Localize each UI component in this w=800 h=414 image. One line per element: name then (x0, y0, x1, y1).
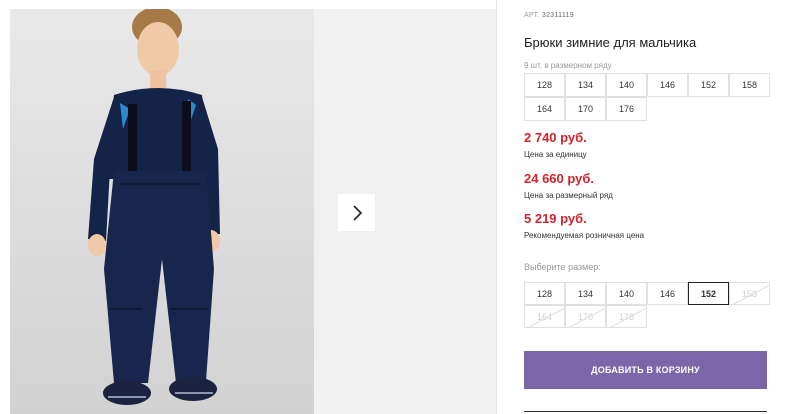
size-row-price-label: Цена за размерный ряд (524, 191, 613, 200)
size-row-cell: 176 (606, 97, 647, 121)
size-row-cell: 140 (606, 73, 647, 97)
retail-price: 5 219 руб. (524, 211, 587, 226)
article-value: 32311119 (541, 12, 574, 19)
size-option-164: 164 (524, 305, 565, 328)
next-image-button[interactable] (338, 194, 375, 231)
chevron-right-icon (352, 204, 362, 221)
article-label: АРТ. (524, 12, 540, 19)
unit-price: 2 740 руб. (524, 130, 587, 145)
product-gallery (0, 0, 496, 414)
add-to-cart-button[interactable]: ДОБАВИТЬ В КОРЗИНУ (524, 351, 767, 389)
article-number: АРТ. 32311119 (524, 12, 574, 19)
size-option-134[interactable]: 134 (565, 282, 606, 305)
size-option-152[interactable]: 152 (688, 282, 729, 305)
size-row-price: 24 660 руб. (524, 171, 595, 186)
size-row-cell: 170 (565, 97, 606, 121)
size-option-176: 176 (606, 305, 647, 328)
size-option-140[interactable]: 140 (606, 282, 647, 305)
size-picker: 128 134 140 146 152 158 164 170 176 (524, 282, 770, 328)
size-option-170: 170 (565, 305, 606, 328)
unit-price-label: Цена за единицу (524, 150, 587, 159)
size-row-table: 128 134 140 146 152 158 164 170 176 (524, 73, 770, 121)
size-row-cell: 152 (688, 73, 729, 97)
product-info-panel: АРТ. 32311119 Брюки зимние для мальчика … (524, 0, 774, 414)
size-row-cell: 146 (647, 73, 688, 97)
size-option-128[interactable]: 128 (524, 282, 565, 305)
size-row-quantity: 9 шт. в размерном ряду (524, 61, 612, 70)
retail-price-label: Рекомендуемая розничная цена (524, 231, 645, 240)
boy-in-winter-trousers-image (88, 9, 220, 405)
size-row-cell: 134 (565, 73, 606, 97)
choose-size-label: Выберите размер: (524, 262, 601, 272)
product-photo[interactable] (10, 9, 314, 414)
size-row-cell: 128 (524, 73, 565, 97)
size-row-cell: 164 (524, 97, 565, 121)
size-option-146[interactable]: 146 (647, 282, 688, 305)
panel-divider (496, 0, 497, 414)
product-title: Брюки зимние для мальчика (524, 35, 697, 50)
size-option-158: 158 (729, 282, 770, 305)
size-row-cell: 158 (729, 73, 770, 97)
next-button-edge (524, 411, 767, 412)
